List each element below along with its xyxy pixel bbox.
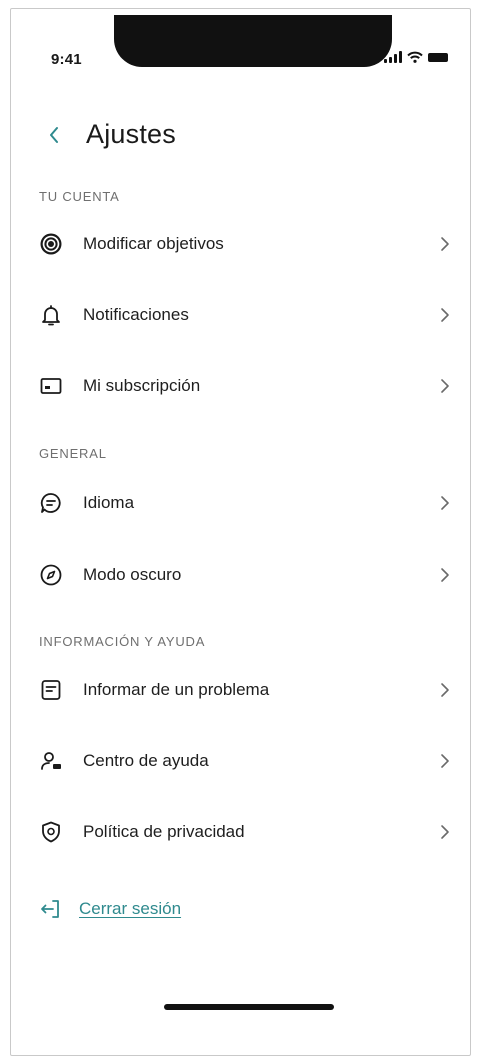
user-help-icon: [39, 749, 63, 773]
notch: [114, 15, 392, 67]
logout-icon: [41, 900, 59, 918]
wifi-icon: [407, 51, 423, 63]
settings-item-label: Informar de un problema: [83, 680, 270, 699]
shield-icon: [39, 820, 63, 844]
report-icon: [39, 678, 63, 702]
battery-icon: [428, 52, 448, 62]
settings-item-label: Política de privacidad: [83, 822, 245, 841]
chevron-right-icon: [439, 235, 451, 253]
chevron-right-icon: [439, 752, 451, 770]
settings-item-label: Centro de ayuda: [83, 751, 209, 770]
target-icon: [39, 232, 63, 256]
settings-item-label: Notificaciones: [83, 305, 189, 324]
settings-item-modo-oscuro[interactable]: Modo oscuro: [39, 555, 451, 595]
compass-icon: [39, 563, 63, 587]
chevron-right-icon: [439, 681, 451, 699]
page-header: Ajustes: [48, 119, 176, 150]
page-title: Ajustes: [86, 119, 176, 149]
section-label-general: GENERAL: [39, 446, 107, 461]
chevron-left-icon: [50, 126, 58, 143]
settings-item-informar-problema[interactable]: Informar de un problema: [39, 670, 451, 710]
signal-icon: [384, 51, 402, 63]
section-label-tu-cuenta: TU CUENTA: [39, 189, 120, 204]
home-indicator: [164, 1004, 334, 1010]
settings-item-label: Idioma: [83, 493, 135, 512]
chevron-right-icon: [439, 306, 451, 324]
status-icons: [384, 51, 448, 63]
logout-label: Cerrar sesión: [79, 899, 182, 918]
section-label-informacion-y-ayuda: INFORMACIÓN Y AYUDA: [39, 634, 206, 649]
chevron-right-icon: [439, 566, 451, 584]
bell-icon: [39, 303, 63, 327]
chevron-right-icon: [439, 377, 451, 395]
settings-item-notificaciones[interactable]: Notificaciones: [39, 295, 451, 335]
settings-item-label: Modo oscuro: [83, 565, 182, 584]
settings-item-label: Mi subscripción: [83, 376, 201, 395]
settings-item-label: Modificar objetivos: [83, 234, 224, 253]
settings-item-centro-ayuda[interactable]: Centro de ayuda: [39, 741, 451, 781]
settings-item-modificar-objetivos[interactable]: Modificar objetivos: [39, 224, 451, 264]
phone-frame: 9:41 Ajustes TU CUENTA Modificar objetiv…: [10, 8, 471, 1056]
chevron-right-icon: [439, 494, 451, 512]
settings-item-politica-privacidad[interactable]: Política de privacidad: [39, 812, 451, 852]
card-icon: [39, 374, 63, 398]
status-time: 9:41: [51, 51, 82, 68]
logout-button[interactable]: Cerrar sesión: [39, 897, 181, 921]
chevron-right-icon: [439, 823, 451, 841]
back-button[interactable]: [48, 123, 68, 147]
settings-item-idioma[interactable]: Idioma: [39, 483, 451, 523]
settings-item-mi-subscripcion[interactable]: Mi subscripción: [39, 366, 451, 406]
chat-icon: [39, 491, 63, 515]
